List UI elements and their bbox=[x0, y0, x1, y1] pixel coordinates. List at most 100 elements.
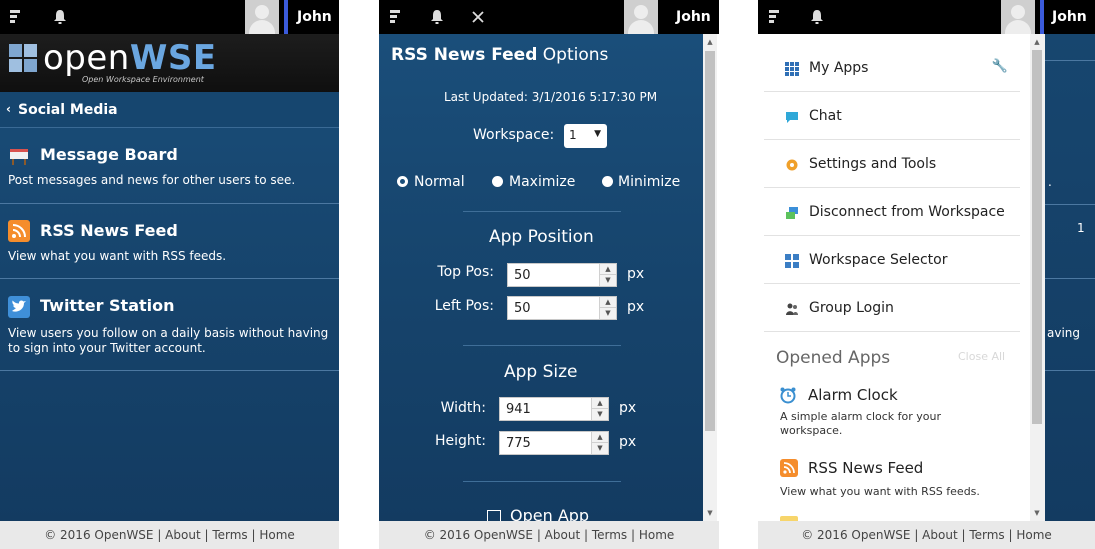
background-text: aving bbox=[1047, 326, 1081, 340]
app-title: Twitter Station bbox=[40, 296, 175, 315]
disconnect-icon bbox=[785, 205, 799, 219]
width-input[interactable]: 941 ▲ ▼ bbox=[499, 397, 609, 421]
app-title: Message Board bbox=[40, 145, 178, 164]
top-pos-label: Top Pos: bbox=[437, 264, 494, 280]
app-position-title: App Position bbox=[489, 227, 594, 247]
bell-icon[interactable] bbox=[52, 9, 68, 25]
side-menu: My Apps 🔧 Chat Settings and Tools Discon… bbox=[764, 34, 1045, 521]
category-back-button[interactable]: ‹ Social Media bbox=[0, 92, 339, 128]
last-updated: Last Updated: 3/1/2016 5:17:30 PM bbox=[444, 90, 658, 104]
radio-maximize[interactable] bbox=[492, 176, 503, 187]
top-pos-input[interactable]: 50 ▲ ▼ bbox=[507, 263, 617, 287]
footer[interactable]: © 2016 OpenWSE | About | Terms | Home bbox=[379, 521, 719, 549]
workspace-select[interactable]: 1 ▼ bbox=[564, 124, 607, 148]
scrollbar[interactable]: ▲ ▼ bbox=[1030, 34, 1045, 521]
menu-icon[interactable] bbox=[9, 9, 25, 25]
gear-icon bbox=[785, 157, 799, 171]
radio-minimize[interactable] bbox=[602, 176, 613, 187]
scrollbar-thumb[interactable] bbox=[1032, 50, 1042, 424]
avatar[interactable] bbox=[1001, 0, 1035, 34]
radio-label-maximize: Maximize bbox=[509, 174, 576, 190]
close-all-link[interactable]: Close All bbox=[958, 350, 1005, 363]
user-accent-bar bbox=[284, 0, 288, 34]
scrollbar[interactable]: ▲ ▼ bbox=[703, 34, 717, 521]
message-board-icon bbox=[8, 145, 30, 167]
menu-icon[interactable] bbox=[389, 9, 405, 25]
top-bar: John bbox=[379, 0, 719, 34]
radio-normal[interactable] bbox=[397, 176, 408, 187]
height-label: Height: bbox=[435, 433, 486, 449]
footer[interactable]: © 2016 OpenWSE | About | Terms | Home bbox=[0, 521, 339, 549]
app-item-message-board[interactable]: Message Board Post messages and news for… bbox=[0, 129, 339, 204]
divider bbox=[463, 481, 621, 482]
app-description: View users you follow on a daily basis w… bbox=[8, 326, 329, 355]
options-title: RSS News Feed Options bbox=[391, 45, 609, 65]
background-text: 1 bbox=[1077, 221, 1085, 235]
left-pos-stepper[interactable]: ▲ ▼ bbox=[599, 297, 616, 319]
category-label: Social Media bbox=[18, 102, 118, 118]
scroll-down-icon[interactable]: ▼ bbox=[1030, 507, 1044, 519]
opened-apps-heading: Opened Apps bbox=[776, 348, 891, 368]
wrench-icon[interactable]: 🔧 bbox=[992, 59, 1008, 74]
group-icon bbox=[785, 301, 799, 315]
chevron-down-icon: ▼ bbox=[594, 129, 601, 139]
avatar[interactable] bbox=[245, 0, 279, 34]
chat-icon bbox=[785, 109, 799, 123]
rss-icon bbox=[8, 220, 30, 242]
scroll-up-icon[interactable]: ▲ bbox=[1030, 36, 1044, 48]
menu-item-workspace-selector[interactable]: Workspace Selector bbox=[764, 236, 1020, 284]
workspace-label: Workspace: bbox=[473, 127, 555, 143]
grid-icon bbox=[785, 61, 799, 76]
logo-icon bbox=[9, 44, 38, 73]
scroll-down-icon[interactable]: ▼ bbox=[703, 507, 717, 519]
chevron-left-icon: ‹ bbox=[6, 102, 11, 116]
menu-item-chat[interactable]: Chat bbox=[764, 92, 1020, 140]
height-input[interactable]: 775 ▲ ▼ bbox=[499, 431, 609, 455]
height-unit: px bbox=[619, 434, 637, 450]
menu-item-group-login[interactable]: Group Login bbox=[764, 284, 1020, 332]
app-description: Post messages and news for other users t… bbox=[8, 173, 296, 187]
height-stepper[interactable]: ▲ ▼ bbox=[591, 432, 608, 454]
panel-app-list: John openWSE Open Workspace Environment … bbox=[0, 0, 339, 549]
radio-label-normal: Normal bbox=[414, 174, 465, 190]
panel-side-menu: John . 1 aving My Apps 🔧 Chat Settings a… bbox=[758, 0, 1095, 549]
top-bar: John bbox=[0, 0, 339, 34]
bell-icon[interactable] bbox=[429, 9, 445, 25]
top-pos-unit: px bbox=[627, 266, 645, 282]
scroll-up-icon[interactable]: ▲ bbox=[703, 36, 717, 48]
width-unit: px bbox=[619, 400, 637, 416]
app-title: RSS News Feed bbox=[40, 221, 178, 240]
width-label: Width: bbox=[440, 400, 486, 416]
app-size-title: App Size bbox=[504, 362, 578, 382]
user-accent-bar bbox=[1040, 0, 1044, 34]
width-stepper[interactable]: ▲ ▼ bbox=[591, 398, 608, 420]
scrollbar-thumb[interactable] bbox=[705, 51, 715, 431]
menu-icon[interactable] bbox=[768, 9, 784, 25]
user-name[interactable]: John bbox=[1052, 9, 1087, 25]
left-pos-input[interactable]: 50 ▲ ▼ bbox=[507, 296, 617, 320]
menu-item-settings[interactable]: Settings and Tools bbox=[764, 140, 1020, 188]
alarm-clock-icon bbox=[779, 386, 797, 404]
app-item-twitter-station[interactable]: Twitter Station View users you follow on… bbox=[0, 280, 339, 371]
menu-item-disconnect[interactable]: Disconnect from Workspace bbox=[764, 188, 1020, 236]
user-name[interactable]: John bbox=[297, 9, 332, 25]
workspace-icon bbox=[785, 253, 799, 268]
avatar[interactable] bbox=[624, 0, 658, 34]
top-pos-stepper[interactable]: ▲ ▼ bbox=[599, 264, 616, 286]
left-pos-unit: px bbox=[627, 299, 645, 315]
logo-subtitle: Open Workspace Environment bbox=[82, 75, 204, 84]
divider bbox=[463, 211, 621, 212]
user-name[interactable]: John bbox=[676, 9, 711, 25]
logo-text: openWSE bbox=[43, 38, 217, 78]
divider bbox=[463, 345, 621, 346]
top-bar: John bbox=[758, 0, 1095, 34]
app-description: View what you want with RSS feeds. bbox=[8, 249, 227, 263]
bell-icon[interactable] bbox=[809, 9, 825, 25]
menu-item-my-apps[interactable]: My Apps 🔧 bbox=[764, 44, 1020, 92]
close-icon[interactable] bbox=[470, 9, 486, 25]
footer[interactable]: © 2016 OpenWSE | About | Terms | Home bbox=[758, 521, 1095, 549]
left-pos-label: Left Pos: bbox=[434, 298, 494, 314]
rss-icon bbox=[780, 459, 798, 477]
app-item-rss-news-feed[interactable]: RSS News Feed View what you want with RS… bbox=[0, 205, 339, 279]
twitter-icon bbox=[8, 296, 30, 318]
